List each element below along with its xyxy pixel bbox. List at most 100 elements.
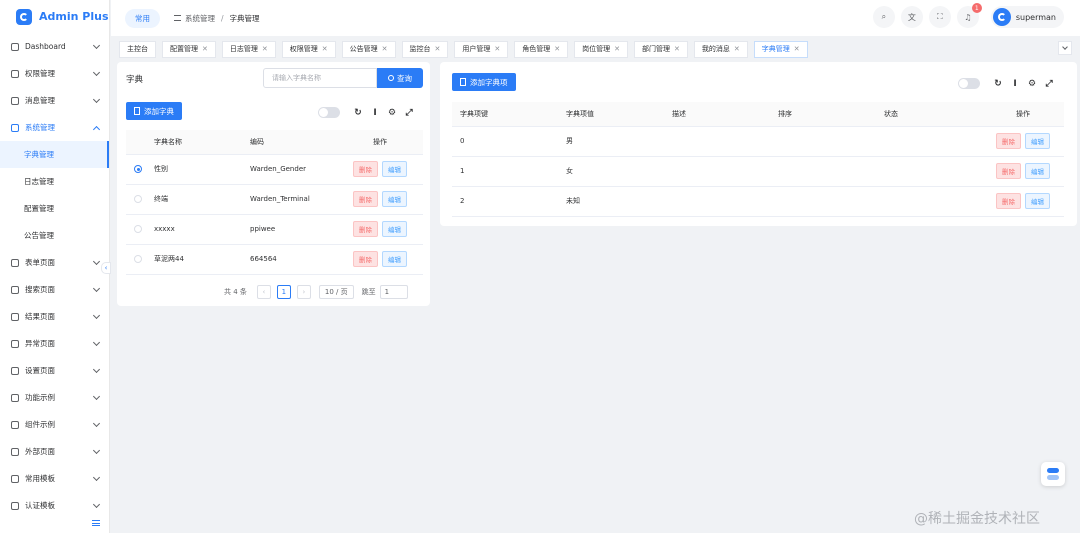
translate-icon[interactable]: 文 xyxy=(900,6,923,28)
chevron-down-icon xyxy=(92,95,101,103)
tab-dict[interactable]: 字典管理 ✕ xyxy=(753,40,808,58)
tab-monitor[interactable]: 监控台 ✕ xyxy=(401,40,449,58)
fullscreen-icon[interactable]: ⤢ xyxy=(1044,79,1054,89)
sidebar-subitem-log[interactable]: 日志管理 xyxy=(0,168,109,195)
sidebar-item-search[interactable]: 搜索页面 xyxy=(0,276,109,303)
page-size-select[interactable]: 10 / 页 xyxy=(318,285,354,299)
close-icon[interactable]: ✕ xyxy=(322,45,328,53)
table-row[interactable]: 草泥两44 664564 删除 编辑 xyxy=(126,244,423,275)
table-row[interactable]: 性别 Warden_Gender 删除 编辑 xyxy=(126,154,423,185)
user-menu[interactable]: superman xyxy=(990,6,1064,28)
delete-button[interactable]: 删除 xyxy=(353,191,378,207)
gear-icon[interactable]: ⚙ xyxy=(387,108,397,118)
row-radio[interactable] xyxy=(134,255,142,263)
fullscreen-icon[interactable]: ⛶ xyxy=(928,6,951,28)
tabs-more-button[interactable] xyxy=(1058,41,1072,55)
page-number[interactable]: 1 xyxy=(276,285,291,299)
delete-button[interactable]: 删除 xyxy=(353,161,378,177)
close-icon[interactable]: ✕ xyxy=(794,45,800,53)
close-icon[interactable]: ✕ xyxy=(674,45,680,53)
sidebar-item-settings[interactable]: 设置页面 xyxy=(0,357,109,384)
common-tag[interactable]: 常用 xyxy=(125,8,160,28)
sidebar-item-templates[interactable]: 常用模板 xyxy=(0,465,109,492)
add-dict-button[interactable]: 添加字典 xyxy=(126,102,182,120)
tab-permissions[interactable]: 权限管理 ✕ xyxy=(281,40,336,58)
edit-button[interactable]: 编辑 xyxy=(382,251,407,267)
sidebar-item-result[interactable]: 结果页面 xyxy=(0,303,109,330)
tab-positions[interactable]: 岗位管理 ✕ xyxy=(574,40,628,58)
row-radio[interactable] xyxy=(134,195,142,203)
dict-search-input[interactable]: 请输入字典名称 xyxy=(263,68,377,88)
delete-button[interactable]: 删除 xyxy=(996,193,1021,209)
sidebar-item-components[interactable]: 组件示例 xyxy=(0,411,109,438)
refresh-icon[interactable]: ↻ xyxy=(353,108,363,118)
edit-button[interactable]: 编辑 xyxy=(382,191,407,207)
density-icon[interactable]: I xyxy=(1010,79,1020,89)
delete-button[interactable]: 删除 xyxy=(996,133,1021,149)
breadcrumb-item[interactable]: 系统管理 xyxy=(185,13,215,24)
close-icon[interactable]: ✕ xyxy=(435,45,441,53)
table-row[interactable]: 1 女 删除 编辑 xyxy=(452,156,1064,187)
delete-button[interactable]: 删除 xyxy=(353,221,378,237)
delete-button[interactable]: 删除 xyxy=(353,251,378,267)
search-icon[interactable]: ⌕ xyxy=(872,6,895,28)
gear-icon[interactable]: ⚙ xyxy=(1027,79,1037,89)
edit-button[interactable]: 编辑 xyxy=(382,161,407,177)
sidebar-subitem-dict[interactable]: 字典管理 xyxy=(0,141,109,168)
sidebar-item-form[interactable]: 表单页面 xyxy=(0,249,109,276)
edit-button[interactable]: 编辑 xyxy=(1025,193,1050,209)
sidebar-item-exception[interactable]: 异常页面 xyxy=(0,330,109,357)
sidebar-item-system[interactable]: 系统管理 xyxy=(0,114,109,141)
table-row[interactable]: 终端 Warden_Terminal 删除 编辑 xyxy=(126,184,423,215)
sidebar-item-auth[interactable]: 认证模板 xyxy=(0,492,109,519)
tab-notice[interactable]: 公告管理 ✕ xyxy=(341,40,396,58)
tab-roles[interactable]: 角色管理 ✕ xyxy=(514,40,569,58)
stripe-toggle[interactable] xyxy=(958,78,980,89)
delete-button[interactable]: 删除 xyxy=(996,163,1021,179)
close-icon[interactable]: ✕ xyxy=(734,45,740,53)
add-dict-item-button[interactable]: 添加字典项 xyxy=(452,73,516,91)
tab-users[interactable]: 用户管理 ✕ xyxy=(454,40,509,58)
table-row[interactable]: 0 男 删除 编辑 xyxy=(452,126,1064,157)
bell-icon[interactable]: ♫ 1 xyxy=(956,3,982,28)
edit-button[interactable]: 编辑 xyxy=(382,221,407,237)
tab-log[interactable]: 日志管理 ✕ xyxy=(221,40,276,58)
close-icon[interactable]: ✕ xyxy=(262,45,268,53)
sidebar-item-messages[interactable]: 消息管理 xyxy=(0,87,109,114)
prev-page-button[interactable]: ‹ xyxy=(256,285,271,299)
edit-button[interactable]: 编辑 xyxy=(1025,163,1050,179)
row-radio[interactable] xyxy=(134,225,142,233)
table-row[interactable]: 2 未知 删除 编辑 xyxy=(452,186,1064,217)
edit-button[interactable]: 编辑 xyxy=(1025,133,1050,149)
theme-settings-button[interactable] xyxy=(1041,462,1065,486)
column-header: 排序 xyxy=(770,102,876,127)
fullscreen-icon[interactable]: ⤢ xyxy=(404,108,414,118)
sidebar-item-permissions[interactable]: 权限管理 xyxy=(0,60,109,87)
close-icon[interactable]: ✕ xyxy=(382,45,388,53)
sidebar-item-features[interactable]: 功能示例 xyxy=(0,384,109,411)
tab-departments[interactable]: 部门管理 ✕ xyxy=(634,40,688,58)
close-icon[interactable]: ✕ xyxy=(614,45,620,53)
table-row[interactable]: xxxxx ppiwee 删除 编辑 xyxy=(126,214,423,245)
search-button[interactable]: 查询 xyxy=(377,68,423,88)
refresh-icon[interactable]: ↻ xyxy=(993,79,1003,89)
row-radio[interactable] xyxy=(134,165,142,173)
app-logo[interactable]: Admin Plus xyxy=(0,0,109,33)
close-icon[interactable]: ✕ xyxy=(494,45,500,53)
tab-messages[interactable]: 我的消息 ✕ xyxy=(693,40,748,58)
density-icon[interactable]: I xyxy=(370,108,380,118)
close-icon[interactable]: ✕ xyxy=(554,45,560,53)
jump-input[interactable]: 1 xyxy=(379,285,408,299)
sidebar-item-external[interactable]: 外部页面 xyxy=(0,438,109,465)
next-page-button[interactable]: › xyxy=(296,285,311,299)
sidebar-subitem-config[interactable]: 配置管理 xyxy=(0,195,109,222)
column-header: 操作 xyxy=(982,102,1064,127)
sidebar-item-dashboard[interactable]: Dashboard xyxy=(0,33,109,60)
sidebar-collapse-toggle[interactable]: ‹ xyxy=(101,262,111,274)
tab-config[interactable]: 配置管理 ✕ xyxy=(162,40,216,58)
tab-dashboard[interactable]: 主控台 xyxy=(119,40,156,58)
close-icon[interactable]: ✕ xyxy=(202,45,208,53)
stripe-toggle[interactable] xyxy=(318,107,340,118)
menu-collapse-icon[interactable] xyxy=(92,520,100,526)
sidebar-subitem-notice[interactable]: 公告管理 xyxy=(0,222,109,249)
